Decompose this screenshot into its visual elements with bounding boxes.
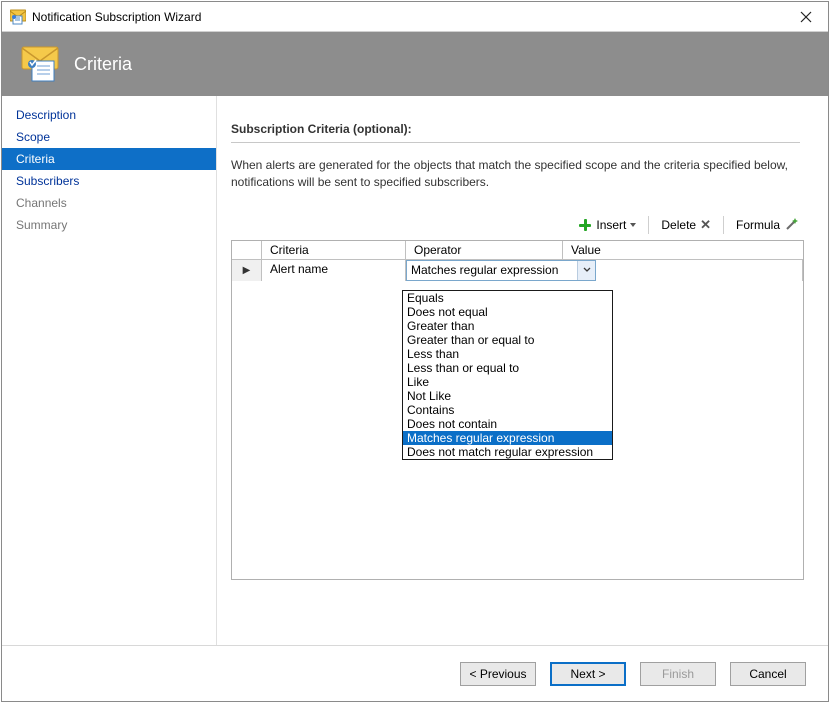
operator-option[interactable]: Does not match regular expression <box>403 445 612 459</box>
operator-option[interactable]: Does not contain <box>403 417 612 431</box>
sidebar-item-subscribers[interactable]: Subscribers <box>2 170 216 192</box>
operator-combo-button[interactable] <box>577 261 595 280</box>
separator <box>648 216 649 234</box>
close-button[interactable] <box>784 2 828 32</box>
operator-combo-text: Matches regular expression <box>407 261 577 280</box>
plus-icon <box>578 218 592 232</box>
wizard-window: Notification Subscription Wizard Criteri… <box>1 1 829 702</box>
chevron-down-icon <box>583 267 591 273</box>
main-panel: Subscription Criteria (optional): When a… <box>217 96 828 645</box>
operator-option[interactable]: Contains <box>403 403 612 417</box>
column-header-criteria[interactable]: Criteria <box>262 241 406 260</box>
banner-icon <box>20 46 60 82</box>
sidebar-item-channels: Channels <box>2 192 216 214</box>
body: Description Scope Criteria Subscribers C… <box>2 96 828 645</box>
chevron-down-icon <box>630 223 636 227</box>
x-icon: ✕ <box>700 218 711 231</box>
operator-option[interactable]: Greater than or equal to <box>403 333 612 347</box>
footer: < Previous Next > Finish Cancel <box>2 645 828 701</box>
value-cell[interactable] <box>596 260 803 281</box>
sidebar-item-summary: Summary <box>2 214 216 236</box>
insert-label: Insert <box>596 218 626 232</box>
section-heading: Subscription Criteria (optional): <box>231 122 800 143</box>
header-banner: Criteria <box>2 32 828 96</box>
operator-cell[interactable]: Matches regular expression <box>406 260 596 281</box>
operator-option[interactable]: Not Like <box>403 389 612 403</box>
operator-option[interactable]: Like <box>403 375 612 389</box>
operator-dropdown[interactable]: EqualsDoes not equalGreater thanGreater … <box>402 290 613 460</box>
column-header-operator[interactable]: Operator <box>406 241 563 260</box>
operator-option[interactable]: Greater than <box>403 319 612 333</box>
close-icon <box>800 11 812 23</box>
previous-button[interactable]: < Previous <box>460 662 536 686</box>
title-bar: Notification Subscription Wizard <box>2 2 828 32</box>
formula-label: Formula <box>736 218 780 232</box>
column-header-value[interactable]: Value <box>563 241 803 260</box>
operator-option[interactable]: Less than <box>403 347 612 361</box>
formula-button[interactable]: Formula <box>730 214 804 236</box>
insert-button[interactable]: Insert <box>572 214 642 236</box>
sidebar: Description Scope Criteria Subscribers C… <box>2 96 217 645</box>
grid-header: Criteria Operator Value <box>232 241 803 260</box>
banner-title: Criteria <box>74 54 132 75</box>
operator-option[interactable]: Matches regular expression <box>403 431 612 445</box>
operator-option[interactable]: Less than or equal to <box>403 361 612 375</box>
helper-text: When alerts are generated for the object… <box>231 157 800 192</box>
operator-combo[interactable]: Matches regular expression <box>406 260 596 281</box>
operator-option[interactable]: Equals <box>403 291 612 305</box>
sidebar-item-scope[interactable]: Scope <box>2 126 216 148</box>
operator-option[interactable]: Does not equal <box>403 305 612 319</box>
cancel-button[interactable]: Cancel <box>730 662 806 686</box>
delete-button[interactable]: Delete ✕ <box>655 214 717 236</box>
criteria-cell[interactable]: Alert name <box>262 260 406 281</box>
sidebar-item-description[interactable]: Description <box>2 104 216 126</box>
finish-button: Finish <box>640 662 716 686</box>
row-header-corner <box>232 241 262 260</box>
sidebar-item-criteria[interactable]: Criteria <box>2 148 216 170</box>
delete-label: Delete <box>661 218 696 232</box>
next-button[interactable]: Next > <box>550 662 626 686</box>
grid-row: ▶ Alert name Matches regular expression <box>232 260 803 281</box>
criteria-toolbar: Insert Delete ✕ Formula <box>231 214 804 236</box>
window-title: Notification Subscription Wizard <box>32 10 784 24</box>
separator <box>723 216 724 234</box>
row-indicator[interactable]: ▶ <box>232 260 262 281</box>
magic-wand-icon <box>784 218 798 232</box>
window-icon <box>10 9 26 25</box>
